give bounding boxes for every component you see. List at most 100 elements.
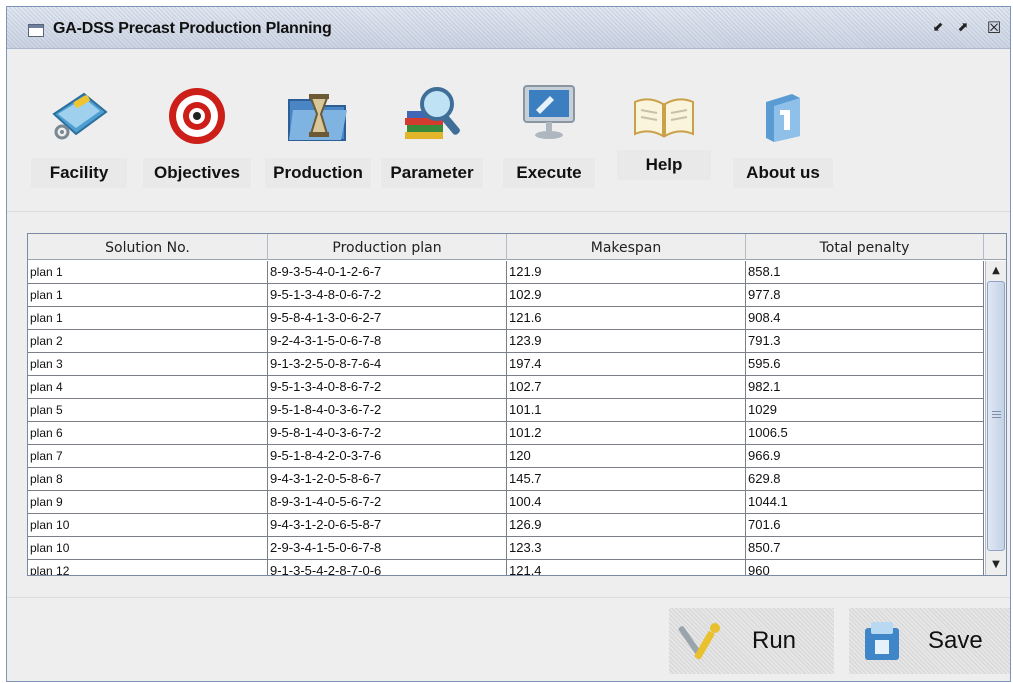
main-toolbar: Facility Objectives Production Parameter…: [7, 50, 1010, 212]
toolbar-label: Objectives: [143, 158, 251, 188]
toolbar-item-execute[interactable]: Execute: [503, 80, 595, 192]
cell-solution-no: plan 4: [28, 376, 268, 398]
scroll-grip-icon: [992, 411, 1001, 418]
window-icon: [28, 24, 44, 37]
toolbar-label: Facility: [31, 158, 127, 188]
scroll-down-icon[interactable]: ▼: [986, 556, 1006, 574]
cell-total-penalty: 629.8: [746, 468, 984, 490]
table-row[interactable]: plan 1 8-9-3-5-4-0-1-2-6-7 121.9 858.1: [28, 261, 984, 284]
toolbar-item-about-us[interactable]: About us: [733, 80, 833, 192]
cell-total-penalty: 960: [746, 560, 984, 575]
cell-production-plan: 9-5-8-1-4-0-3-6-7-2: [268, 422, 507, 444]
table-row[interactable]: plan 10 9-4-3-1-2-0-6-5-8-7 126.9 701.6: [28, 514, 984, 537]
toolbar-label: Execute: [503, 158, 595, 188]
cell-makespan: 145.7: [507, 468, 746, 490]
cell-makespan: 121.4: [507, 560, 746, 575]
save-button[interactable]: Save: [849, 608, 1010, 674]
table-row[interactable]: plan 1 9-5-1-3-4-8-0-6-7-2 102.9 977.8: [28, 284, 984, 307]
parameter-icon: [405, 87, 460, 139]
cell-makespan: 102.9: [507, 284, 746, 306]
cell-makespan: 126.9: [507, 514, 746, 536]
toolbar-label: About us: [733, 158, 833, 188]
cell-solution-no: plan 10: [28, 514, 268, 536]
cell-makespan: 101.1: [507, 399, 746, 421]
cell-total-penalty: 701.6: [746, 514, 984, 536]
table-header: Solution No. Production plan Makespan To…: [28, 234, 984, 260]
table-row[interactable]: plan 4 9-5-1-3-4-0-8-6-7-2 102.7 982.1: [28, 376, 984, 399]
table-header-corner: [984, 234, 1006, 260]
toolbar-label: Production: [265, 158, 371, 188]
cell-solution-no: plan 1: [28, 307, 268, 329]
cell-production-plan: 9-5-1-8-4-0-3-6-7-2: [268, 399, 507, 421]
cell-total-penalty: 595.6: [746, 353, 984, 375]
cell-makespan: 123.9: [507, 330, 746, 352]
cell-total-penalty: 908.4: [746, 307, 984, 329]
table-row[interactable]: plan 5 9-5-1-8-4-0-3-6-7-2 101.1 1029: [28, 399, 984, 422]
cell-solution-no: plan 5: [28, 399, 268, 421]
cell-total-penalty: 1006.5: [746, 422, 984, 444]
cell-total-penalty: 791.3: [746, 330, 984, 352]
cell-total-penalty: 1029: [746, 399, 984, 421]
column-header-total-penalty[interactable]: Total penalty: [746, 234, 984, 260]
table-row[interactable]: plan 1 9-5-8-4-1-3-0-6-2-7 121.6 908.4: [28, 307, 984, 330]
cell-production-plan: 8-9-3-1-4-0-5-6-7-2: [268, 491, 507, 513]
column-header-production-plan[interactable]: Production plan: [268, 234, 507, 260]
scroll-up-icon[interactable]: ▲: [986, 262, 1006, 280]
toolbar-item-parameter[interactable]: Parameter: [381, 80, 483, 192]
cell-total-penalty: 977.8: [746, 284, 984, 306]
table-body: plan 1 8-9-3-5-4-0-1-2-6-7 121.9 858.1 plan …: [28, 261, 984, 575]
cell-makespan: 121.6: [507, 307, 746, 329]
minimize-icon[interactable]: ⬋: [929, 19, 947, 37]
table-row[interactable]: plan 12 9-1-3-5-4-2-8-7-0-6 121.4 960: [28, 560, 984, 575]
cell-production-plan: 9-4-3-1-2-0-5-8-6-7: [268, 468, 507, 490]
scroll-thumb[interactable]: [987, 281, 1005, 551]
cell-solution-no: plan 10: [28, 537, 268, 559]
table-row[interactable]: plan 10 2-9-3-4-1-5-0-6-7-8 123.3 850.7: [28, 537, 984, 560]
title-bar[interactable]: GA-DSS Precast Production Planning ⬋ ⬈ ☒: [7, 7, 1010, 49]
cell-solution-no: plan 2: [28, 330, 268, 352]
toolbar-item-help[interactable]: Help: [617, 80, 711, 192]
table-row[interactable]: plan 2 9-2-4-3-1-5-0-6-7-8 123.9 791.3: [28, 330, 984, 353]
action-bar: Run Save: [7, 597, 1010, 681]
solutions-table[interactable]: Solution No. Production plan Makespan To…: [27, 233, 1007, 576]
toolbar-label: Parameter: [381, 158, 483, 188]
toolbar-item-objectives[interactable]: Objectives: [143, 80, 251, 192]
cell-total-penalty: 858.1: [746, 261, 984, 283]
cell-production-plan: 9-2-4-3-1-5-0-6-7-8: [268, 330, 507, 352]
cell-total-penalty: 1044.1: [746, 491, 984, 513]
cell-solution-no: plan 6: [28, 422, 268, 444]
run-button[interactable]: Run: [669, 608, 834, 674]
execute-icon: [523, 85, 575, 139]
cell-total-penalty: 982.1: [746, 376, 984, 398]
cell-solution-no: plan 12: [28, 560, 268, 575]
run-tools-icon: [678, 623, 720, 660]
cell-production-plan: 9-1-3-5-4-2-8-7-0-6: [268, 560, 507, 575]
maximize-icon[interactable]: ⬈: [954, 19, 972, 37]
cell-makespan: 121.9: [507, 261, 746, 283]
cell-production-plan: 9-4-3-1-2-0-6-5-8-7: [268, 514, 507, 536]
toolbar-item-facility[interactable]: Facility: [31, 80, 127, 192]
column-header-makespan[interactable]: Makespan: [507, 234, 746, 260]
cell-production-plan: 9-5-1-3-4-0-8-6-7-2: [268, 376, 507, 398]
target-icon: [169, 88, 225, 144]
table-row[interactable]: plan 3 9-1-3-2-5-0-8-7-6-4 197.4 595.6: [28, 353, 984, 376]
table-row[interactable]: plan 9 8-9-3-1-4-0-5-6-7-2 100.4 1044.1: [28, 491, 984, 514]
cell-production-plan: 9-1-3-2-5-0-8-7-6-4: [268, 353, 507, 375]
cell-production-plan: 8-9-3-5-4-0-1-2-6-7: [268, 261, 507, 283]
cell-production-plan: 9-5-1-8-4-2-0-3-7-6: [268, 445, 507, 467]
column-header-solution-no[interactable]: Solution No.: [28, 234, 268, 260]
table-row[interactable]: plan 6 9-5-8-1-4-0-3-6-7-2 101.2 1006.5: [28, 422, 984, 445]
close-icon[interactable]: ☒: [985, 19, 1003, 37]
cell-solution-no: plan 9: [28, 491, 268, 513]
table-scrollbar[interactable]: ▲ ▼: [985, 261, 1006, 575]
about-us-icon: [766, 94, 800, 142]
cell-solution-no: plan 8: [28, 468, 268, 490]
cell-production-plan: 2-9-3-4-1-5-0-6-7-8: [268, 537, 507, 559]
cell-production-plan: 9-5-1-3-4-8-0-6-7-2: [268, 284, 507, 306]
cell-total-penalty: 850.7: [746, 537, 984, 559]
table-row[interactable]: plan 7 9-5-1-8-4-2-0-3-7-6 120 966.9: [28, 445, 984, 468]
toolbar-label: Help: [617, 150, 711, 180]
toolbar-item-production[interactable]: Production: [265, 80, 371, 192]
table-row[interactable]: plan 8 9-4-3-1-2-0-5-8-6-7 145.7 629.8: [28, 468, 984, 491]
save-icon: [865, 622, 899, 660]
